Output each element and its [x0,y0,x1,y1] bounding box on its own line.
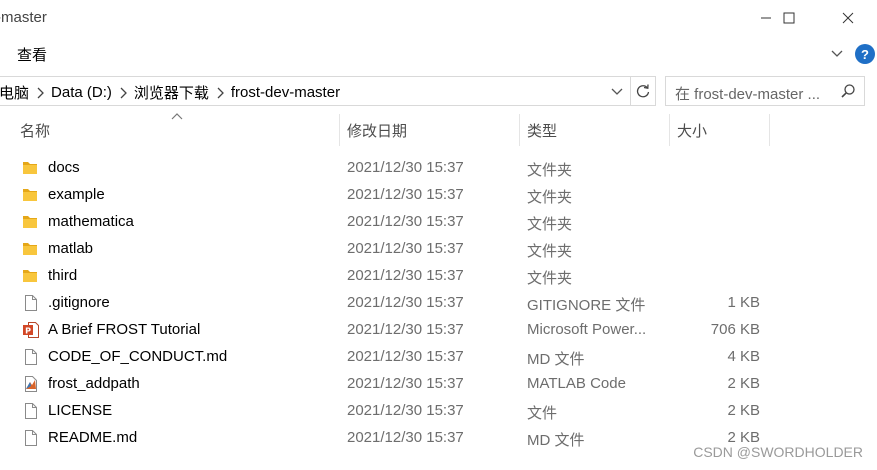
column-divider[interactable] [519,114,520,146]
file-type: MATLAB Code [527,375,626,392]
file-date: 2021/12/30 15:37 [347,159,464,176]
file-date: 2021/12/30 15:37 [347,402,464,419]
file-type: 文件夹 [527,189,573,206]
column-divider[interactable] [339,114,340,146]
file-name: third [48,267,78,284]
file-type: 文件夹 [527,243,573,260]
folder-icon [22,186,40,204]
file-name: frost_addpath [48,375,140,392]
ribbon: 查看 ? [0,36,877,70]
file-size: 2 KB [727,375,760,392]
chevron-right-icon[interactable] [116,86,130,100]
chevron-down-icon[interactable] [609,83,625,99]
column-header-row: 名称 修改日期 类型 大小 [0,113,877,146]
file-icon [22,348,40,366]
close-button[interactable] [825,0,871,36]
powerpoint-icon: P [22,321,40,339]
folder-icon [22,213,40,231]
file-icon [22,402,40,420]
file-name: example [48,186,105,203]
search-placeholder: 在 frost-dev-master ... [675,86,821,103]
breadcrumb-item[interactable]: 浏览器下载 [130,82,213,103]
file-date: 2021/12/30 15:37 [347,375,464,392]
file-name: docs [48,159,80,176]
column-divider[interactable] [669,114,670,146]
svg-text:P: P [25,327,31,336]
column-header-name[interactable]: 名称 [20,114,50,146]
file-size: 2 KB [727,402,760,419]
column-header-size[interactable]: 大小 [677,114,707,146]
chevron-down-icon[interactable] [829,45,845,61]
file-row[interactable]: frost_addpath 2021/12/30 15:37 MATLAB Code… [0,371,877,398]
breadcrumb-item[interactable]: Data (D:) [47,84,116,101]
file-row[interactable]: third 2021/12/30 15:37 文件夹 [0,263,877,290]
file-type: GITIGNORE 文件 [527,297,646,314]
folder-icon [22,267,40,285]
file-date: 2021/12/30 15:37 [347,213,464,230]
file-row[interactable]: matlab 2021/12/30 15:37 文件夹 [0,236,877,263]
file-name: mathematica [48,213,134,230]
file-type: 文件夹 [527,270,573,287]
file-name: README.md [48,429,138,446]
file-name: LICENSE [48,402,113,419]
column-header-date[interactable]: 修改日期 [347,114,407,146]
file-type: 文件夹 [527,216,573,233]
file-row[interactable]: LICENSE 2021/12/30 15:37 文件 2 KB [0,398,877,425]
file-date: 2021/12/30 15:37 [347,348,464,365]
file-type: MD 文件 [527,351,585,368]
file-date: 2021/12/30 15:37 [347,186,464,203]
search-input[interactable]: 在 frost-dev-master ... [665,76,865,106]
file-row[interactable]: docs 2021/12/30 15:37 文件夹 [0,155,877,182]
watermark: CSDN @SWORDHOLDER [693,444,863,460]
file-type: Microsoft Power... [527,321,647,338]
file-row[interactable]: mathematica 2021/12/30 15:37 文件夹 [0,209,877,236]
close-icon [842,12,854,24]
sort-ascending-icon [171,113,183,120]
folder-icon [22,240,40,258]
title-bar: -master [0,0,877,36]
tab-view[interactable]: 查看 [17,44,47,65]
refresh-button[interactable] [631,76,656,106]
address-bar[interactable]: 电脑 Data (D:) 浏览器下载 frost-dev-master [0,76,631,106]
file-type: MD 文件 [527,432,585,449]
file-date: 2021/12/30 15:37 [347,240,464,257]
file-row[interactable]: CODE_OF_CONDUCT.md 2021/12/30 15:37 MD 文件 4… [0,344,877,371]
file-icon [22,294,40,312]
file-date: 2021/12/30 15:37 [347,429,464,446]
file-type: 文件夹 [527,162,573,179]
breadcrumb: 电脑 Data (D:) 浏览器下载 frost-dev-master [0,82,344,103]
folder-icon [22,159,40,177]
maximize-icon [783,12,795,24]
window-title: -master [0,9,47,26]
file-date: 2021/12/30 15:37 [347,267,464,284]
file-row[interactable]: .gitignore 2021/12/30 15:37 GITIGNORE 文件 1 … [0,290,877,317]
column-divider[interactable] [769,114,770,146]
chevron-right-icon[interactable] [213,86,227,100]
file-size: 1 KB [727,294,760,311]
breadcrumb-item[interactable]: frost-dev-master [227,84,344,101]
file-size: 706 KB [710,321,760,338]
file-date: 2021/12/30 15:37 [347,294,464,311]
matlab-file-icon [22,375,40,393]
search-icon[interactable] [840,83,856,99]
help-button[interactable]: ? [855,44,875,64]
address-row: 电脑 Data (D:) 浏览器下载 frost-dev-master 在 fr… [0,76,877,106]
file-icon [22,429,40,447]
file-name: A Brief FROST Tutorial [48,321,201,338]
refresh-icon [636,84,650,98]
file-name: .gitignore [48,294,110,311]
maximize-button[interactable] [766,0,812,36]
file-date: 2021/12/30 15:37 [347,321,464,338]
column-header-type[interactable]: 类型 [527,114,557,146]
breadcrumb-item[interactable]: 电脑 [0,82,33,103]
file-name: matlab [48,240,94,257]
file-row[interactable]: example 2021/12/30 15:37 文件夹 [0,182,877,209]
file-row[interactable]: P A Brief FROST Tutorial 2021/12/30 15:37 M… [0,317,877,344]
chevron-right-icon[interactable] [33,86,47,100]
file-name: CODE_OF_CONDUCT.md [48,348,228,365]
file-type: 文件 [527,405,558,422]
file-size: 4 KB [727,348,760,365]
